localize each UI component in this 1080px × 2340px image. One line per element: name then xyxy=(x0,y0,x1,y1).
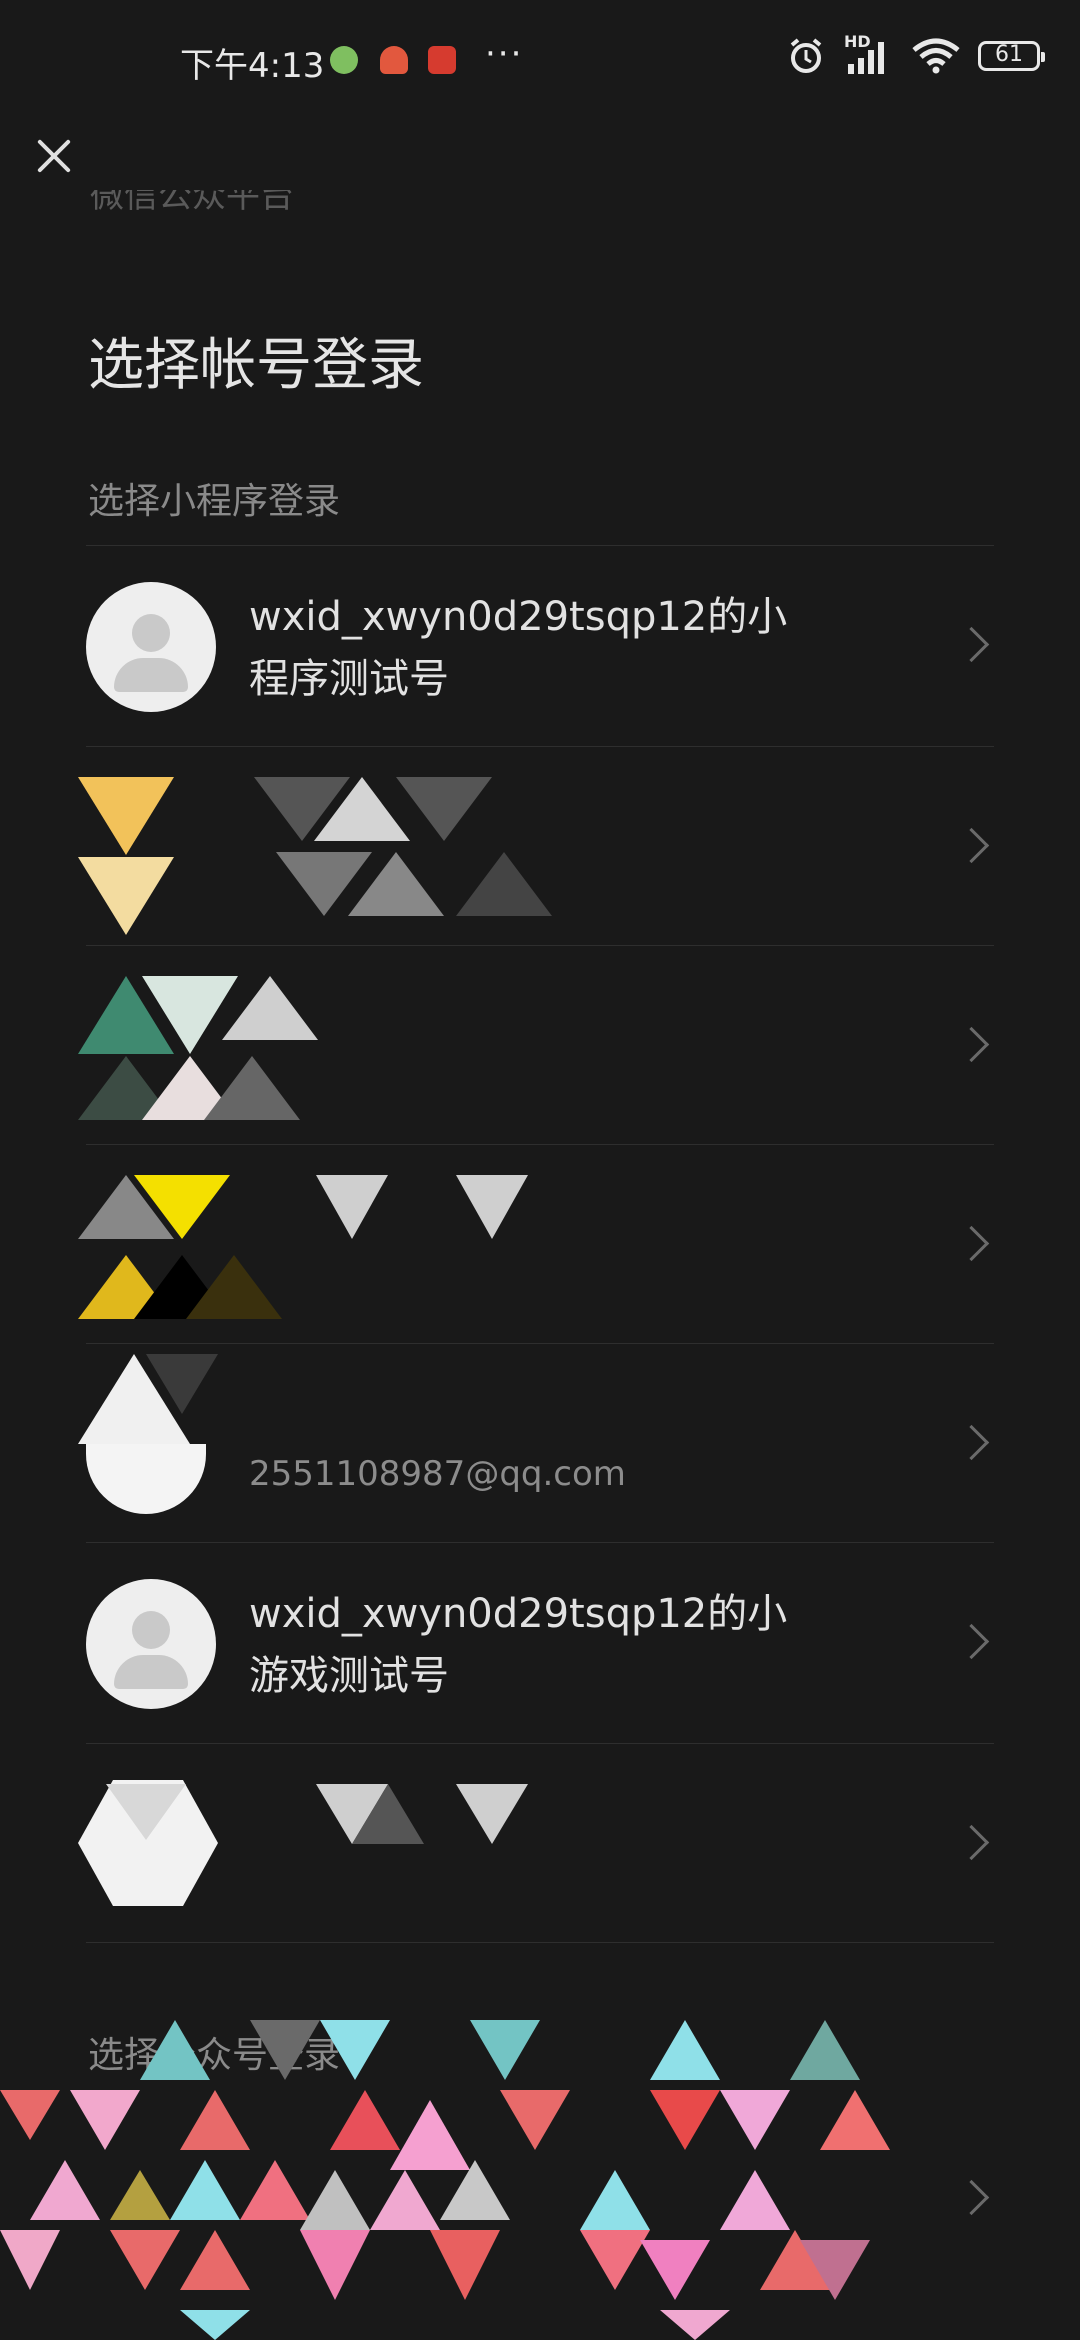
chevron-right-icon xyxy=(953,1424,990,1461)
obscured-content xyxy=(78,1744,994,1942)
obscured-mosaic xyxy=(0,1980,1080,2340)
red-app-icon xyxy=(428,46,456,74)
signal-icon: HD xyxy=(844,32,894,76)
alarm-icon xyxy=(790,38,822,73)
partial-header-text: 微信公众平台 xyxy=(90,190,294,216)
status-bar: 下午4:13 ··· HD 61 xyxy=(0,0,1080,120)
default-user-avatar xyxy=(86,582,216,712)
account-row[interactable] xyxy=(78,1744,994,1943)
wechat-notification-icon xyxy=(330,46,358,74)
page-title: 选择帐号登录 xyxy=(88,332,424,398)
account-list: wxid_xwyn0d29tsqp12的小程序测试号 2551108987@qq… xyxy=(78,545,994,1943)
chevron-right-icon xyxy=(953,1026,990,1063)
obscured-content xyxy=(78,1344,994,1542)
wifi-icon xyxy=(912,38,960,74)
status-icons: HD 61 xyxy=(786,32,1045,76)
section-label-mini-program: 选择小程序登录 xyxy=(88,481,341,522)
account-row[interactable] xyxy=(78,747,994,946)
mushroom-app-icon xyxy=(380,46,408,74)
account-row[interactable]: wxid_xwyn0d29tsqp12的小游戏测试号 xyxy=(86,1543,994,1744)
account-name: wxid_xwyn0d29tsqp12的小程序测试号 xyxy=(249,594,788,702)
obscured-content xyxy=(78,946,994,1144)
account-row[interactable]: wxid_xwyn0d29tsqp12的小程序测试号 xyxy=(86,546,994,747)
chevron-right-icon xyxy=(953,1824,990,1861)
account-email: 2551108987@qq.com xyxy=(249,1454,626,1494)
chevron-right-icon xyxy=(953,626,990,663)
partial-header: 微信公众平台 xyxy=(90,190,430,230)
account-row[interactable] xyxy=(78,1145,994,1344)
close-icon[interactable] xyxy=(28,130,80,182)
account-name: wxid_xwyn0d29tsqp12的小游戏测试号 xyxy=(249,1591,788,1699)
account-row[interactable] xyxy=(78,946,994,1145)
account-row[interactable]: 2551108987@qq.com xyxy=(78,1344,994,1543)
status-time: 下午4:13 xyxy=(180,46,325,86)
obscured-content xyxy=(78,1145,994,1343)
battery-level: 61 xyxy=(995,42,1023,67)
chevron-right-icon xyxy=(953,827,990,864)
obscured-content xyxy=(78,747,994,945)
overflow-dots: ··· xyxy=(485,34,524,74)
chevron-right-icon xyxy=(953,1225,990,1262)
battery-icon: 61 xyxy=(978,41,1045,71)
default-user-avatar xyxy=(86,1579,216,1709)
chevron-right-icon xyxy=(953,1623,990,1660)
